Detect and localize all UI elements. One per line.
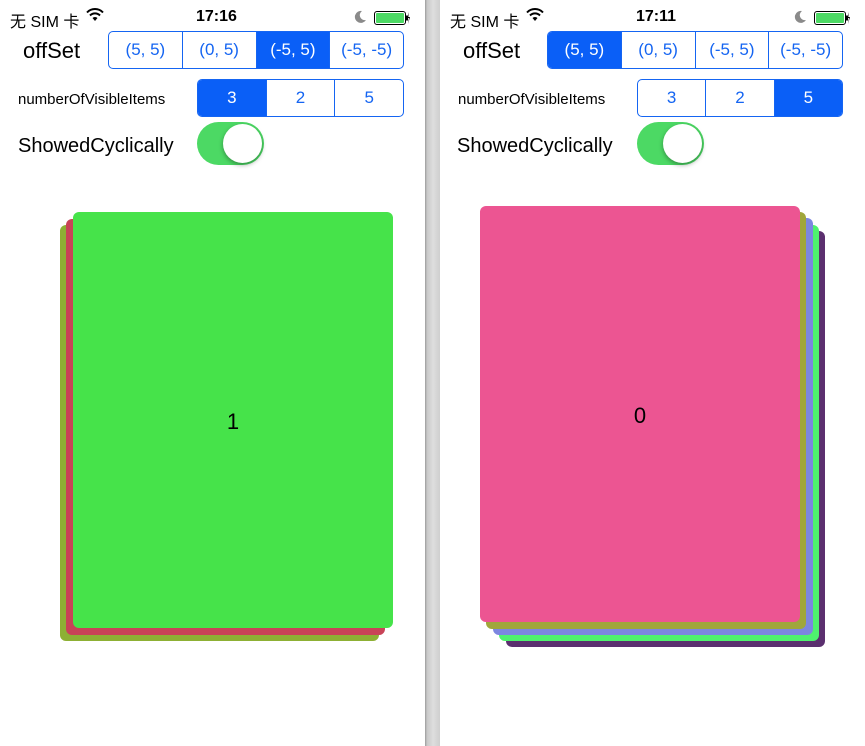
- offset-segmented-control: (5, 5) (0, 5) (-5, 5) (-5, -5): [108, 31, 404, 69]
- visible-items-option-selected[interactable]: 5: [773, 80, 842, 116]
- offset-option[interactable]: (0, 5): [620, 32, 695, 68]
- moon-icon: [794, 10, 806, 23]
- visible-items-option-selected[interactable]: 3: [198, 80, 266, 116]
- cyclic-label: ShowedCyclically: [18, 135, 174, 157]
- moon-icon: [354, 10, 366, 23]
- offset-segmented-control: (5, 5) (0, 5) (-5, 5) (-5, -5): [547, 31, 843, 69]
- offset-option[interactable]: (5, 5): [109, 32, 182, 68]
- top-card[interactable]: 0: [480, 206, 800, 622]
- wifi-icon: [86, 8, 104, 21]
- screen-divider: [425, 0, 440, 746]
- card-number: 0: [633, 403, 647, 428]
- offset-option-selected[interactable]: (5, 5): [548, 32, 621, 68]
- offset-option[interactable]: (-5, 5): [694, 32, 769, 68]
- visible-items-option[interactable]: 5: [334, 80, 403, 116]
- battery-icon: [374, 11, 410, 25]
- offset-label: offSet: [23, 38, 81, 63]
- offset-option[interactable]: (0, 5): [181, 32, 256, 68]
- visible-items-segmented-control: 3 2 5: [637, 79, 843, 117]
- battery-icon: [814, 11, 850, 25]
- visible-items-option[interactable]: 2: [265, 80, 335, 116]
- offset-option-selected[interactable]: (-5, 5): [255, 32, 330, 68]
- clock: 17:11: [636, 8, 677, 25]
- visible-items-label: numberOfVisibleItems: [458, 91, 606, 108]
- toggle-knob[interactable]: [223, 124, 262, 163]
- clock: 17:16: [196, 8, 237, 25]
- offset-label: offSet: [463, 38, 521, 63]
- cyclic-toggle[interactable]: [637, 122, 704, 165]
- carrier-text: 无 SIM 卡: [10, 14, 80, 31]
- top-card[interactable]: 1: [73, 212, 393, 628]
- carrier-text: 无 SIM 卡: [450, 14, 520, 31]
- visible-items-option[interactable]: 2: [705, 80, 773, 116]
- visible-items-segmented-control: 3 2 5: [197, 79, 404, 117]
- toggle-knob[interactable]: [663, 124, 702, 163]
- cyclic-label: ShowedCyclically: [457, 135, 613, 157]
- wifi-icon: [526, 8, 544, 21]
- offset-option[interactable]: (-5, -5): [329, 32, 403, 68]
- card-number: 1: [226, 409, 240, 434]
- offset-option[interactable]: (-5, -5): [768, 32, 842, 68]
- visible-items-label: numberOfVisibleItems: [18, 91, 166, 108]
- left-phone-screen: 无 SIM 卡 17:16 offSet (5, 5) (0, 5) (-5, …: [0, 0, 425, 746]
- visible-items-option[interactable]: 3: [638, 80, 705, 116]
- right-phone-screen: 无 SIM 卡 17:11 offSet (5, 5) (0, 5) (-5, …: [440, 0, 865, 746]
- cyclic-toggle[interactable]: [197, 122, 264, 165]
